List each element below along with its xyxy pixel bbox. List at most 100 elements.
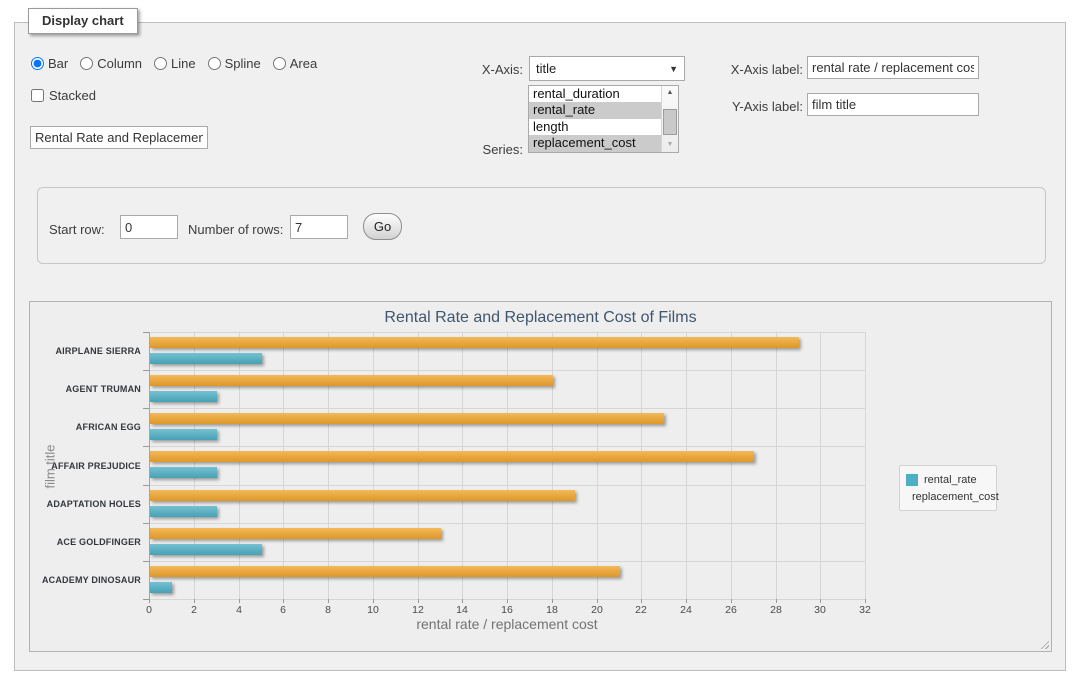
value-axis-tick <box>507 599 508 603</box>
value-axis-tick <box>373 599 374 603</box>
grid-line-vertical <box>776 332 777 599</box>
go-button[interactable]: Go <box>363 213 402 240</box>
x-axis-select-label: X-Axis: <box>461 62 523 77</box>
value-axis-tick <box>149 599 150 603</box>
radio-area-label: Area <box>290 56 317 71</box>
y-axis-label-caption: Y-Axis label: <box>715 99 803 114</box>
grid-line-vertical <box>820 332 821 599</box>
resize-handle-icon[interactable] <box>1038 638 1049 649</box>
radio-spline-label: Spline <box>225 56 261 71</box>
legend-swatch-rental-rate-icon <box>906 474 918 486</box>
value-axis-tick <box>820 599 821 603</box>
category-label: AGENT TRUMAN <box>34 384 141 394</box>
value-axis-tick <box>641 599 642 603</box>
scroll-down-icon[interactable]: ▼ <box>662 138 678 152</box>
bar-replacement_cost <box>150 451 754 462</box>
grid-line-vertical <box>731 332 732 599</box>
scroll-up-icon[interactable]: ▲ <box>662 86 678 100</box>
bar-replacement_cost <box>150 490 575 501</box>
legend-item-replacement-cost[interactable]: replacement_cost <box>906 488 990 505</box>
panel-title: Display chart <box>28 8 138 34</box>
legend-label: rental_rate <box>924 474 977 486</box>
value-axis-tick <box>418 599 419 603</box>
grid-line-vertical <box>462 332 463 599</box>
grid-line-vertical <box>194 332 195 599</box>
x-axis-tick-label: 26 <box>711 604 751 616</box>
grid-line-vertical <box>865 332 866 599</box>
bar-rental_rate <box>150 353 262 364</box>
x-axis-label-input[interactable] <box>807 56 979 79</box>
grid-line-vertical <box>239 332 240 599</box>
series-option[interactable]: replacement_cost <box>529 135 661 151</box>
radio-column[interactable] <box>80 57 93 70</box>
grid-line-vertical <box>373 332 374 599</box>
radio-line[interactable] <box>154 57 167 70</box>
bar-replacement_cost <box>150 413 664 424</box>
grid-line-vertical <box>418 332 419 599</box>
category-label: ACE GOLDFINGER <box>34 537 141 547</box>
bar-rental_rate <box>150 467 217 478</box>
radio-column-label: Column <box>97 56 142 71</box>
x-axis-tick-label: 6 <box>263 604 303 616</box>
start-row-input[interactable] <box>120 215 178 239</box>
bar-replacement_cost <box>150 375 553 386</box>
x-axis-select[interactable]: title ▼ <box>529 56 685 81</box>
x-axis-tick-label: 16 <box>487 604 527 616</box>
series-option[interactable]: length <box>529 119 661 135</box>
bar-rental_rate <box>150 544 262 555</box>
value-axis-tick <box>731 599 732 603</box>
category-label: AIRPLANE SIERRA <box>34 346 141 356</box>
value-axis-tick <box>328 599 329 603</box>
start-row-label: Start row: <box>49 222 105 237</box>
value-axis-tick <box>865 599 866 603</box>
chart-legend: rental_rate replacement_cost <box>899 465 997 511</box>
chart-plot: 02468101214161820222426283032AIRPLANE SI… <box>149 332 865 599</box>
grid-line-vertical <box>328 332 329 599</box>
x-axis-tick-label: 32 <box>845 604 885 616</box>
radio-bar-label: Bar <box>48 56 68 71</box>
series-option[interactable]: rental_rate <box>529 102 661 118</box>
legend-item-rental-rate[interactable]: rental_rate <box>906 471 990 488</box>
scrollbar-thumb[interactable] <box>663 109 677 135</box>
chart-title-input[interactable] <box>30 126 208 149</box>
series-option[interactable]: rental_duration <box>529 86 661 102</box>
value-axis-tick <box>283 599 284 603</box>
x-axis-title: rental rate / replacement cost <box>149 616 865 632</box>
stacked-label: Stacked <box>49 88 96 103</box>
stacked-checkbox[interactable] <box>31 89 44 102</box>
legend-label: replacement_cost <box>912 491 999 503</box>
radio-area[interactable] <box>273 57 286 70</box>
x-axis-tick-label: 12 <box>398 604 438 616</box>
x-axis-tick-label: 0 <box>129 604 169 616</box>
y-axis-title: film title <box>43 417 58 517</box>
value-axis-tick <box>239 599 240 603</box>
series-scrollbar[interactable]: ▲ ▼ <box>661 86 678 152</box>
x-axis-tick-label: 2 <box>174 604 214 616</box>
radio-spline[interactable] <box>208 57 221 70</box>
bar-replacement_cost <box>150 566 620 577</box>
x-axis-tick-label: 10 <box>353 604 393 616</box>
grid-line-vertical <box>597 332 598 599</box>
chart-title: Rental Rate and Replacement Cost of Film… <box>30 309 1051 327</box>
bar-replacement_cost <box>150 528 441 539</box>
dropdown-arrow-icon: ▼ <box>669 64 678 74</box>
value-axis-tick <box>552 599 553 603</box>
row-range-panel: Start row: Number of rows: Go <box>37 187 1046 264</box>
y-axis-label-input[interactable] <box>807 93 979 116</box>
radio-line-label: Line <box>171 56 196 71</box>
series-list-label: Series: <box>461 142 523 157</box>
series-options: rental_duration rental_rate length repla… <box>529 86 661 152</box>
category-axis-line <box>149 332 150 599</box>
grid-line-vertical <box>552 332 553 599</box>
grid-line-vertical <box>507 332 508 599</box>
bar-rental_rate <box>150 506 217 517</box>
x-axis-tick-label: 28 <box>756 604 796 616</box>
radio-bar[interactable] <box>31 57 44 70</box>
number-of-rows-input[interactable] <box>290 215 348 239</box>
number-of-rows-label: Number of rows: <box>188 222 283 237</box>
x-axis-tick-label: 8 <box>308 604 348 616</box>
x-axis-selected-value: title <box>536 61 556 76</box>
value-axis-tick <box>686 599 687 603</box>
x-axis-tick-label: 24 <box>666 604 706 616</box>
series-listbox[interactable]: rental_duration rental_rate length repla… <box>528 85 679 153</box>
